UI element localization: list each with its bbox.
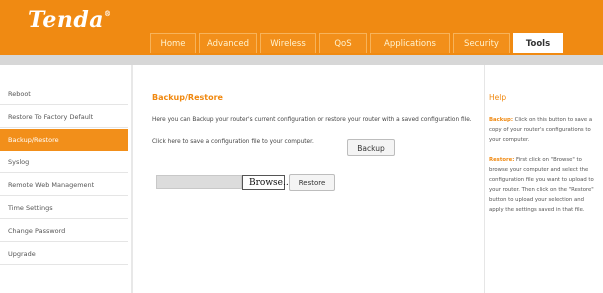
sidebar-item-backup-restore[interactable]: Backup/Restore: [0, 128, 128, 151]
config-file-input[interactable]: [156, 175, 242, 189]
help-title: Help: [489, 93, 507, 102]
header-separator-band: [0, 55, 603, 65]
tenda-logo[interactable]: Tenda®: [28, 7, 111, 33]
backup-button[interactable]: Backup: [347, 139, 395, 156]
save-prompt-text: Click here to save a configuration file …: [152, 139, 314, 145]
sidebar-item-remote-web-management[interactable]: Remote Web Management: [0, 174, 128, 197]
page-title: Backup/Restore: [152, 93, 223, 102]
help-restore-term: Restore:: [489, 157, 515, 163]
header-bar: Tenda® Home Advanced Wireless QoS Applicatio…: [0, 0, 603, 55]
sidebar-item-restore-to-factory-default[interactable]: Restore To Factory Default: [0, 106, 128, 128]
sidebar-item-upgrade[interactable]: Upgrade: [0, 243, 128, 265]
sidebar-item-syslog[interactable]: Syslog: [0, 151, 128, 174]
tab-home[interactable]: Home: [150, 33, 196, 53]
help-panel: Help Backup: Click on this button to sav…: [489, 65, 603, 293]
tab-advanced[interactable]: Advanced: [199, 33, 257, 53]
help-divider: [484, 65, 485, 293]
main-content: Backup/Restore Here you can Backup your …: [133, 65, 483, 293]
sidebar-menu: Reboot Restore To Factory Default Backup/R…: [0, 83, 128, 265]
tab-applications[interactable]: Applications: [370, 33, 450, 53]
sidebar-item-time-settings[interactable]: Time Settings: [0, 197, 128, 219]
help-text: Backup: Click on this button to save a c…: [489, 115, 599, 215]
backup-description: Here you can Backup your router's curren…: [152, 117, 472, 123]
sidebar-item-reboot[interactable]: Reboot: [0, 83, 128, 105]
browse-button[interactable]: Browse...: [242, 175, 292, 190]
tab-tools[interactable]: Tools: [513, 33, 563, 53]
restore-button[interactable]: Restore: [289, 174, 335, 191]
tab-security[interactable]: Security: [453, 33, 510, 53]
tab-wireless[interactable]: Wireless: [260, 33, 316, 53]
help-backup-term: Backup:: [489, 117, 513, 123]
help-restore-text: First click on "Browse" to browse your c…: [489, 157, 594, 213]
tab-qos[interactable]: QoS: [319, 33, 367, 53]
main-nav-tabs: Home Advanced Wireless QoS Applications Secur…: [150, 33, 566, 53]
sidebar-item-change-password[interactable]: Change Password: [0, 220, 128, 242]
